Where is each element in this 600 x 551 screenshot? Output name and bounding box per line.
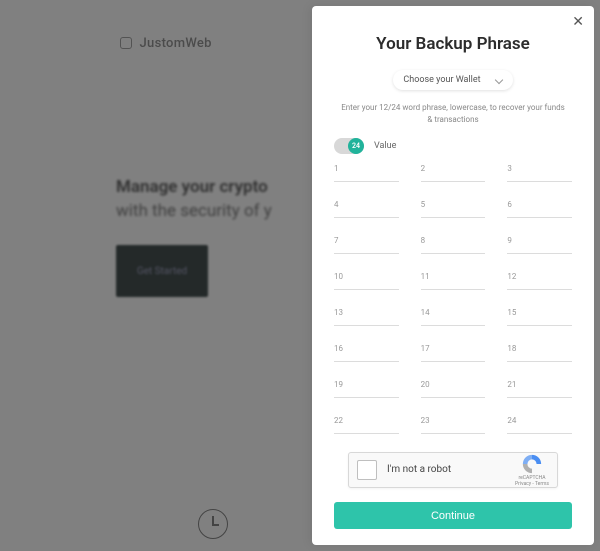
seed-word-input[interactable] bbox=[507, 203, 572, 220]
seed-word-input[interactable] bbox=[507, 239, 572, 256]
chevron-down-icon bbox=[495, 76, 503, 84]
seed-word-input[interactable] bbox=[334, 275, 399, 292]
recaptcha-badge-icon bbox=[521, 453, 543, 475]
seed-word-cell: 17 bbox=[421, 344, 486, 362]
seed-word-cell: 9 bbox=[507, 236, 572, 254]
seed-word-input[interactable] bbox=[421, 275, 486, 292]
modal-title: Your Backup Phrase bbox=[334, 34, 572, 54]
seed-word-index: 6 bbox=[507, 200, 512, 209]
continue-button[interactable]: Continue bbox=[334, 502, 572, 529]
seed-word-input[interactable] bbox=[421, 347, 486, 364]
toggle-label: Value bbox=[374, 141, 396, 151]
seed-word-cell: 10 bbox=[334, 272, 399, 290]
seed-word-cell: 14 bbox=[421, 308, 486, 326]
seed-word-cell: 18 bbox=[507, 344, 572, 362]
seed-word-cell: 12 bbox=[507, 272, 572, 290]
seed-word-input[interactable] bbox=[507, 419, 572, 436]
seed-word-cell: 6 bbox=[507, 200, 572, 218]
seed-word-index: 16 bbox=[334, 344, 343, 353]
seed-word-input[interactable] bbox=[421, 203, 486, 220]
seed-word-cell: 16 bbox=[334, 344, 399, 362]
seed-word-cell: 2 bbox=[421, 164, 486, 182]
seed-word-input[interactable] bbox=[507, 167, 572, 184]
seed-word-index: 10 bbox=[334, 272, 343, 281]
seed-word-cell: 22 bbox=[334, 416, 399, 434]
wallet-select-label: Choose your Wallet bbox=[403, 75, 480, 85]
seed-word-index: 12 bbox=[507, 272, 516, 281]
seed-word-index: 18 bbox=[507, 344, 516, 353]
seed-word-input[interactable] bbox=[334, 239, 399, 256]
seed-word-index: 13 bbox=[334, 308, 343, 317]
seed-word-cell: 11 bbox=[421, 272, 486, 290]
seed-word-input[interactable] bbox=[507, 347, 572, 364]
seed-word-index: 20 bbox=[421, 380, 430, 389]
seed-word-input[interactable] bbox=[421, 311, 486, 328]
seed-word-input[interactable] bbox=[334, 203, 399, 220]
seed-word-index: 1 bbox=[334, 164, 339, 173]
seed-word-input[interactable] bbox=[421, 419, 486, 436]
seed-word-input[interactable] bbox=[421, 239, 486, 256]
seed-word-cell: 5 bbox=[421, 200, 486, 218]
seed-word-input[interactable] bbox=[507, 383, 572, 400]
seed-word-input[interactable] bbox=[334, 347, 399, 364]
seed-word-index: 23 bbox=[421, 416, 430, 425]
wallet-select-dropdown[interactable]: Choose your Wallet bbox=[393, 70, 513, 90]
seed-word-input[interactable] bbox=[507, 311, 572, 328]
seed-word-index: 22 bbox=[334, 416, 343, 425]
word-count-toggle[interactable]: 24 bbox=[334, 138, 364, 154]
seed-word-index: 17 bbox=[421, 344, 430, 353]
seed-word-index: 15 bbox=[507, 308, 516, 317]
seed-word-index: 8 bbox=[421, 236, 426, 245]
seed-word-cell: 7 bbox=[334, 236, 399, 254]
seed-word-cell: 24 bbox=[507, 416, 572, 434]
recaptcha-label: I'm not a robot bbox=[387, 464, 505, 475]
seed-word-input[interactable] bbox=[334, 167, 399, 184]
seed-word-input[interactable] bbox=[334, 311, 399, 328]
seed-word-index: 5 bbox=[421, 200, 426, 209]
seed-word-cell: 13 bbox=[334, 308, 399, 326]
close-button[interactable]: ✕ bbox=[572, 14, 584, 28]
seed-word-cell: 4 bbox=[334, 200, 399, 218]
seed-word-index: 24 bbox=[507, 416, 516, 425]
toggle-knob: 24 bbox=[348, 138, 364, 154]
seed-word-index: 9 bbox=[507, 236, 512, 245]
seed-word-cell: 19 bbox=[334, 380, 399, 398]
seed-word-cell: 3 bbox=[507, 164, 572, 182]
seed-word-index: 3 bbox=[507, 164, 512, 173]
seed-word-input[interactable] bbox=[334, 419, 399, 436]
recaptcha-terms: Privacy - Terms bbox=[515, 481, 549, 487]
seed-word-input[interactable] bbox=[421, 383, 486, 400]
instruction-text: Enter your 12/24 word phrase, lowercase,… bbox=[338, 102, 568, 126]
seed-word-input[interactable] bbox=[421, 167, 486, 184]
seed-word-index: 7 bbox=[334, 236, 339, 245]
seed-word-cell: 21 bbox=[507, 380, 572, 398]
recaptcha-checkbox[interactable] bbox=[357, 460, 377, 480]
seed-word-cell: 20 bbox=[421, 380, 486, 398]
seed-word-index: 19 bbox=[334, 380, 343, 389]
close-icon: ✕ bbox=[572, 13, 584, 29]
seed-word-index: 14 bbox=[421, 308, 430, 317]
seed-word-index: 21 bbox=[507, 380, 516, 389]
recaptcha-widget: I'm not a robot reCAPTCHA Privacy - Term… bbox=[348, 452, 558, 489]
backup-phrase-modal: ✕ Your Backup Phrase Choose your Wallet … bbox=[312, 6, 594, 545]
word-count-toggle-row: 24 Value bbox=[334, 138, 572, 154]
seed-word-index: 4 bbox=[334, 200, 339, 209]
seed-word-cell: 1 bbox=[334, 164, 399, 182]
seed-word-cell: 15 bbox=[507, 308, 572, 326]
seed-word-index: 11 bbox=[421, 272, 430, 281]
seed-word-input[interactable] bbox=[334, 383, 399, 400]
seed-word-cell: 8 bbox=[421, 236, 486, 254]
recaptcha-logo: reCAPTCHA Privacy - Terms bbox=[515, 453, 549, 487]
seed-word-input[interactable] bbox=[507, 275, 572, 292]
seed-word-index: 2 bbox=[421, 164, 426, 173]
seed-phrase-grid: 123456789101112131415161718192021222324 bbox=[334, 164, 572, 434]
seed-word-cell: 23 bbox=[421, 416, 486, 434]
